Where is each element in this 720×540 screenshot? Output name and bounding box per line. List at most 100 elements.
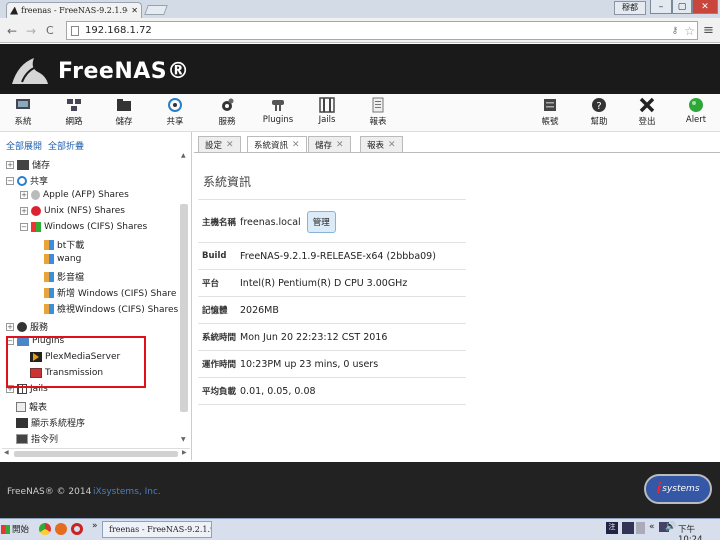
forward-button[interactable]: → xyxy=(26,24,36,38)
tab-label: 設定 xyxy=(205,140,223,151)
close-window-button[interactable]: ✕ xyxy=(692,0,718,14)
url-text: 192.168.1.72 xyxy=(85,25,152,36)
jails-icon xyxy=(319,97,335,113)
menu-icon[interactable]: ≡ xyxy=(703,23,714,38)
tree-item-shell[interactable]: 指令列 xyxy=(16,432,58,445)
collapse-icon[interactable]: − xyxy=(6,176,14,185)
tree-item-storage[interactable]: + 儲存 xyxy=(6,158,50,171)
tree-item-label: bt下載 xyxy=(57,241,85,251)
volume-tray-icon[interactable]: 🔊 xyxy=(665,522,676,532)
info-row-memory: 記憶體 2026MB xyxy=(198,297,466,323)
info-row-platform: 平台 Intel(R) Pentium(R) D CPU 3.00GHz xyxy=(198,270,466,296)
star-icon[interactable]: ☆ xyxy=(684,24,695,38)
manage-button[interactable]: 管理 xyxy=(306,211,336,233)
minimize-button[interactable]: – xyxy=(650,0,672,14)
toolbar-alert[interactable]: Alert xyxy=(676,97,716,125)
ime-icon[interactable]: 注 xyxy=(606,522,618,534)
taskbar-clock[interactable]: 下午 10:24 xyxy=(678,523,720,540)
close-tab-icon[interactable]: ✕ xyxy=(388,140,396,150)
windows-icon xyxy=(44,254,54,264)
info-label: 主機名稱 xyxy=(202,218,237,228)
toolbar-storage[interactable]: 儲存 xyxy=(104,97,144,127)
tree-item-label: wang xyxy=(57,254,82,264)
tree-item-label: 服務 xyxy=(30,323,49,333)
shark-fin-icon xyxy=(10,6,18,15)
quicklaunch-more-icon[interactable]: » xyxy=(92,521,98,531)
info-row-system-time: 系統時間 Mon Jun 20 22:23:12 CST 2016 xyxy=(198,324,466,350)
close-tab-icon[interactable]: ✕ xyxy=(336,140,344,150)
toolbar-reports[interactable]: 報表 xyxy=(358,97,398,127)
collapse-icon[interactable]: − xyxy=(20,223,28,231)
scroll-down-arrow[interactable]: ▼ xyxy=(181,436,186,443)
maximize-button[interactable]: ▢ xyxy=(672,0,692,14)
start-button[interactable]: 開始 xyxy=(1,521,35,537)
info-label: 平均負載 xyxy=(202,387,237,397)
collapse-all-link[interactable]: 全部折疊 xyxy=(48,139,84,152)
tree-item-view-cifs[interactable]: 檢視Windows (CIFS) Shares xyxy=(44,302,178,315)
tree-item-bt[interactable]: bt下載 xyxy=(44,238,84,251)
expand-icon[interactable]: + xyxy=(20,191,28,199)
expand-icon[interactable]: + xyxy=(6,322,14,331)
expand-icon[interactable]: + xyxy=(6,160,14,169)
sidebar-scrollbar-thumb[interactable] xyxy=(180,204,188,412)
horizontal-scrollbar[interactable]: ◀ ▶ xyxy=(2,448,190,458)
info-value: 10:23PM up 23 mins, 0 users xyxy=(240,358,379,370)
reload-button[interactable]: C xyxy=(46,24,54,37)
tree-item-nfs[interactable]: + Unix (NFS) Shares xyxy=(20,206,125,216)
tree-item-reports[interactable]: 報表 xyxy=(16,400,47,413)
firefox-quicklaunch-icon[interactable] xyxy=(55,523,67,535)
tree-item-label: 儲存 xyxy=(32,161,51,171)
tree-item-add-cifs[interactable]: 新增 Windows (CIFS) Share xyxy=(44,286,176,299)
tree-item-sharing[interactable]: − 共享 xyxy=(6,174,48,187)
url-field[interactable]: 192.168.1.72 ⚷ ☆ xyxy=(66,21,698,40)
content-tabs: 設定 ✕ 系統資訊 ✕ 儲存 ✕ 報表 ✕ xyxy=(196,136,720,153)
scroll-up-arrow[interactable]: ▲ xyxy=(181,152,186,159)
footer-company-link[interactable]: iXsystems, Inc. xyxy=(93,487,161,497)
tree-item-cifs[interactable]: − Windows (CIFS) Shares xyxy=(20,222,147,232)
close-tab-icon[interactable]: ✕ xyxy=(292,140,300,150)
tree-item-label: Apple (AFP) Shares xyxy=(43,190,129,200)
panel-title: 系統資訊 xyxy=(203,175,252,189)
close-tab-icon[interactable]: ✕ xyxy=(226,140,234,150)
tree-item-processes[interactable]: 顯示系統程序 xyxy=(16,416,85,429)
tree-item-wang[interactable]: wang xyxy=(44,254,81,264)
tray-help-icon[interactable] xyxy=(636,522,645,534)
tree-item-afp[interactable]: + Apple (AFP) Shares xyxy=(20,190,129,200)
tray-icon[interactable] xyxy=(622,522,634,534)
tab-reports[interactable]: 報表 ✕ xyxy=(360,136,403,152)
browser-tab[interactable]: freenas - FreeNAS-9.2.1.9-RE ✕ xyxy=(6,2,142,18)
tree-item-label: Windows (CIFS) Shares xyxy=(44,222,148,232)
new-tab-button[interactable] xyxy=(144,5,168,15)
shell-icon xyxy=(16,433,28,444)
close-tab-icon[interactable]: ✕ xyxy=(131,6,138,15)
taskbar-item-browser[interactable]: freenas - FreeNAS-9.2.1.9... xyxy=(102,521,212,538)
toolbar-network[interactable]: 網路 xyxy=(54,97,94,127)
toolbar-sharing[interactable]: 共享 xyxy=(155,97,195,127)
tree-item-media[interactable]: 影音檔 xyxy=(44,270,84,283)
tab-storage[interactable]: 儲存 ✕ xyxy=(308,136,351,152)
tab-settings[interactable]: 設定 ✕ xyxy=(198,136,241,152)
info-label: 運作時間 xyxy=(202,360,237,370)
chrome-quicklaunch-icon[interactable] xyxy=(39,523,51,535)
toolbar-jails-label: Jails xyxy=(318,115,336,125)
toolbar-help[interactable]: ? 幫助 xyxy=(579,97,619,127)
tab-system-info[interactable]: 系統資訊 ✕ xyxy=(247,136,307,153)
reports-icon xyxy=(372,97,384,113)
toolbar-logout[interactable]: 登出 xyxy=(627,97,667,127)
expand-all-link[interactable]: 全部展開 xyxy=(6,139,42,152)
toolbar-services[interactable]: 服務 xyxy=(207,97,247,127)
back-button[interactable]: ← xyxy=(7,24,17,38)
footer-copyright: FreeNAS® © 2014 xyxy=(7,487,92,497)
user-badge[interactable]: 穆都 xyxy=(614,1,646,15)
toolbar-jails[interactable]: Jails xyxy=(307,97,347,125)
system-icon xyxy=(16,99,30,109)
toolbar-account[interactable]: 帳號 xyxy=(530,97,570,127)
tree-item-services[interactable]: + 服務 xyxy=(6,320,48,333)
toolbar-system[interactable]: 系統 xyxy=(3,97,43,127)
opera-quicklaunch-icon[interactable] xyxy=(71,523,83,535)
expand-icon[interactable]: + xyxy=(20,207,28,215)
ixsystems-logo[interactable]: i systems xyxy=(644,474,712,504)
toolbar-plugins[interactable]: Plugins xyxy=(258,97,298,125)
toolbar-storage-label: 儲存 xyxy=(115,117,133,127)
tray-expand-icon[interactable]: « xyxy=(649,522,655,532)
